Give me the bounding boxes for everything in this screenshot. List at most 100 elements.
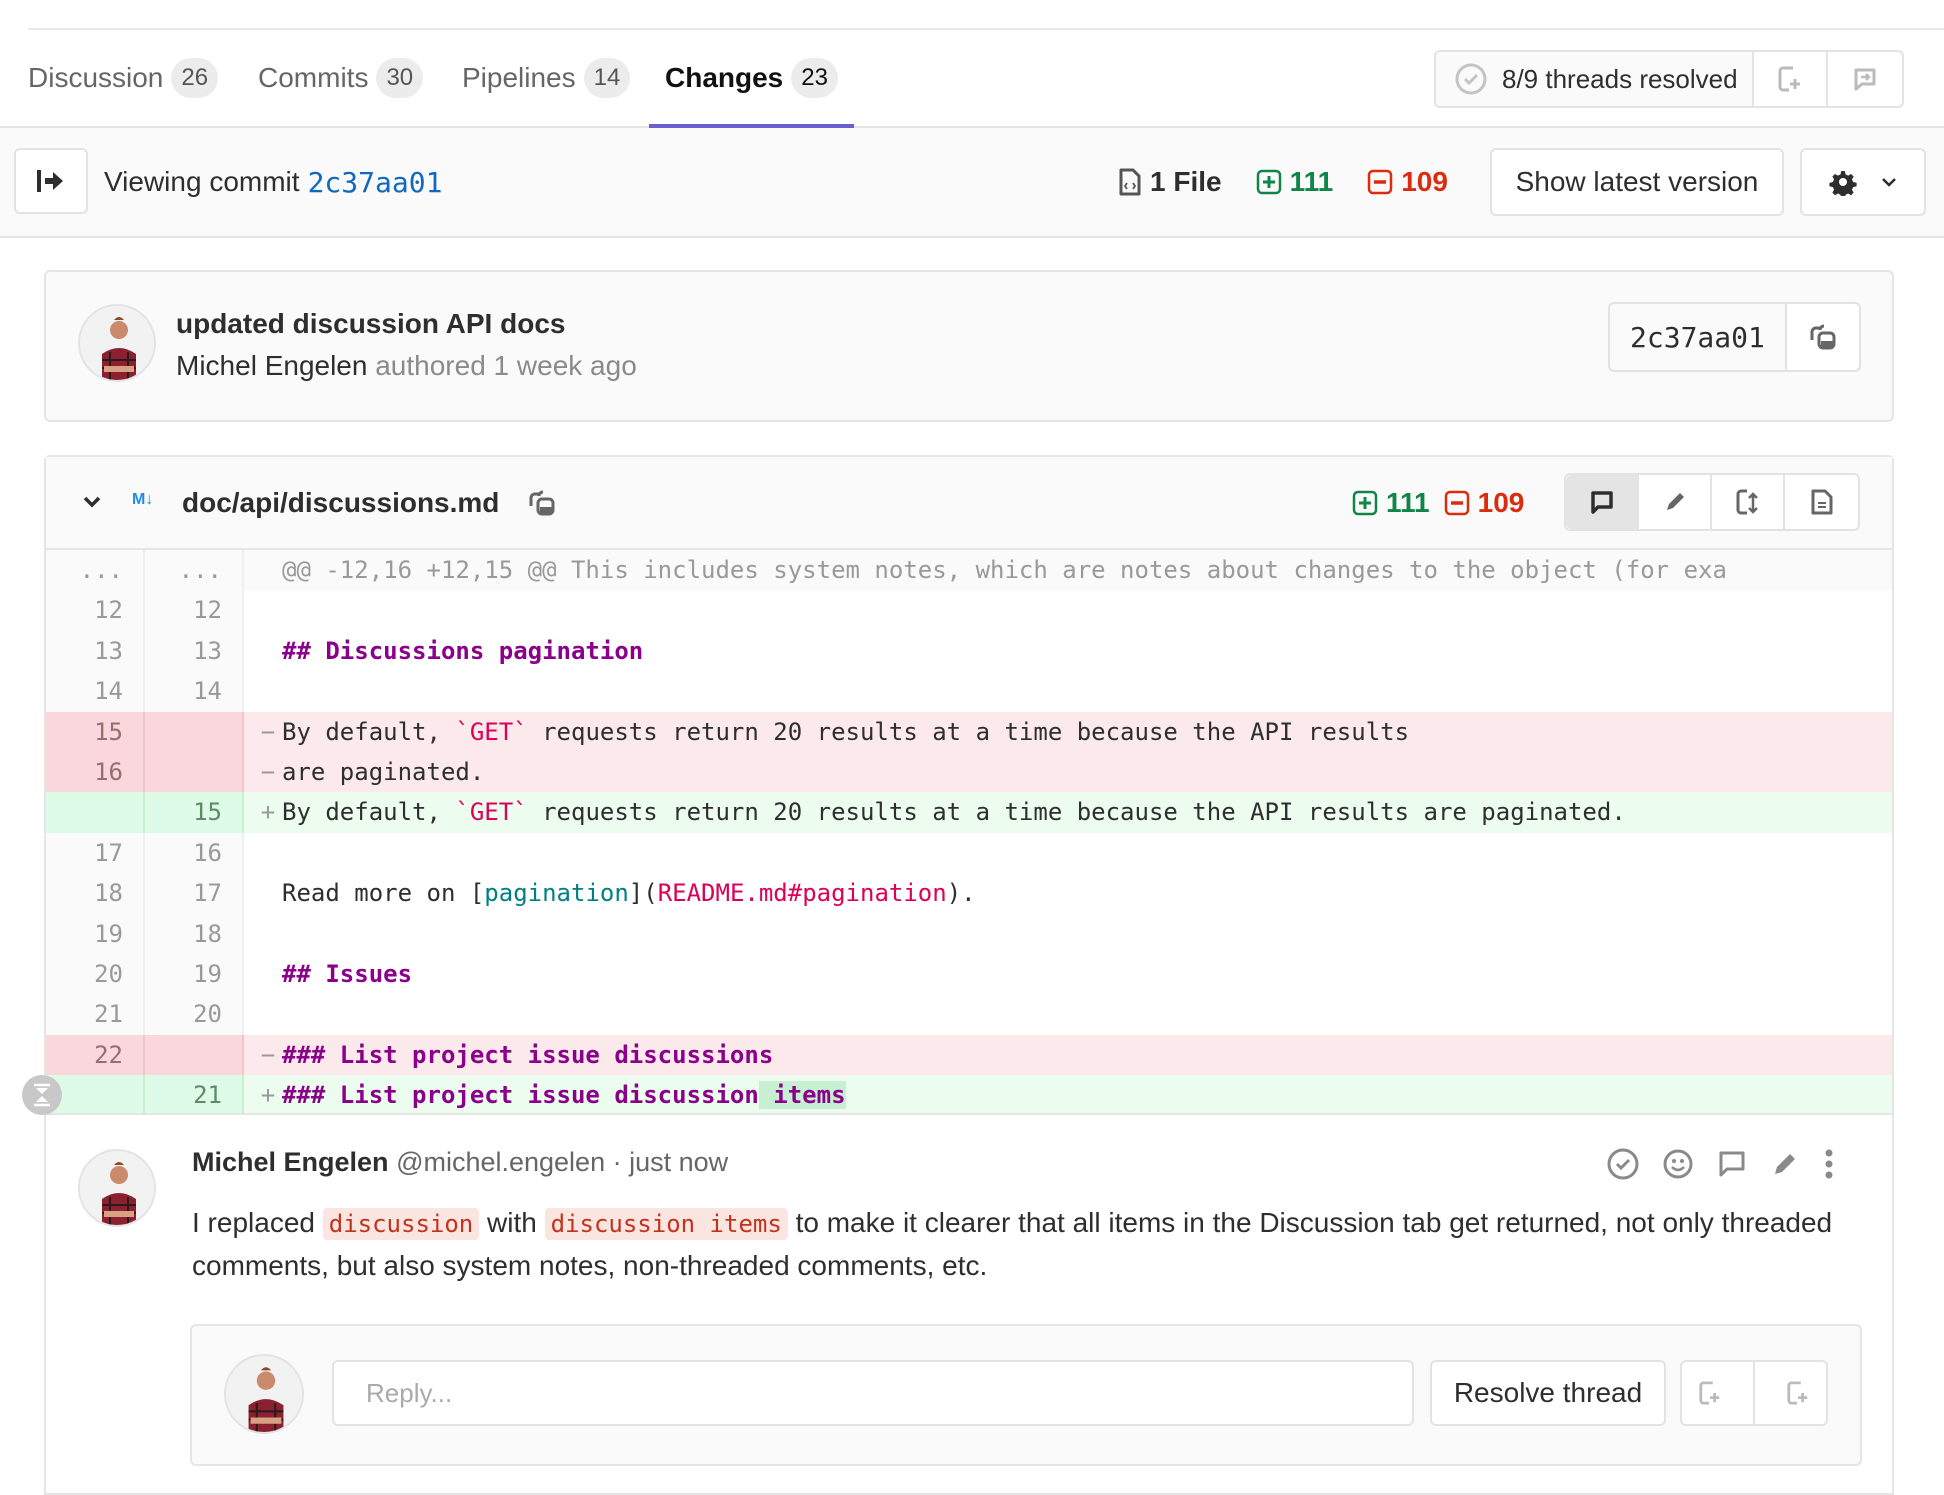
line-content — [244, 833, 1892, 873]
new-line-number[interactable] — [145, 751, 244, 793]
toggle-comments-button[interactable] — [1566, 475, 1639, 529]
line-text: ### List project issue discussions — [282, 1040, 774, 1069]
note-author-avatar[interactable] — [78, 1149, 156, 1227]
reply-input[interactable]: Reply... — [332, 1360, 1414, 1426]
expand-right-icon — [37, 170, 63, 192]
old-line-number[interactable]: 22 — [46, 1034, 145, 1076]
minus-square-icon — [1367, 169, 1393, 195]
view-file-button[interactable] — [1785, 475, 1858, 529]
old-line-number[interactable]: 17 — [46, 832, 145, 874]
new-line-number[interactable] — [145, 711, 244, 752]
commit-sha-link[interactable]: 2c37aa01 — [308, 166, 443, 199]
new-line-number[interactable]: 15 — [145, 792, 244, 833]
old-line-number[interactable]: 20 — [46, 953, 145, 995]
md-link-text: pagination — [484, 879, 629, 908]
commit-info-box: updated discussion API docs Michel Engel… — [44, 270, 1894, 422]
copy-sha-button[interactable] — [1786, 304, 1859, 370]
note-actions — [1606, 1147, 1836, 1181]
diff-line: 17 16 — [46, 832, 1892, 874]
note-time[interactable]: · just now — [613, 1147, 729, 1177]
new-line-number[interactable]: 17 — [145, 873, 244, 914]
diff-line: 12 12 — [46, 590, 1892, 631]
old-line-number[interactable]: 19 — [46, 913, 145, 954]
issue-new-icon[interactable] — [1786, 1380, 1810, 1406]
new-line-number[interactable]: 20 — [145, 994, 244, 1035]
new-line-number[interactable]: 13 — [145, 630, 244, 672]
note-body: I replaced discussion with discussion it… — [192, 1202, 1852, 1287]
more-actions-icon[interactable] — [1822, 1148, 1836, 1180]
jump-to-next-thread-button[interactable] — [1827, 52, 1902, 106]
chevron-down-icon — [1882, 178, 1896, 187]
copy-icon[interactable] — [527, 488, 557, 518]
chevron-down-icon[interactable] — [82, 495, 102, 509]
old-line-number[interactable] — [46, 792, 145, 833]
commit-author-avatar[interactable] — [78, 304, 156, 382]
tab-label: Commits — [258, 62, 369, 93]
old-line-number[interactable]: 18 — [46, 873, 145, 914]
line-content: ## Discussions pagination — [244, 631, 1892, 671]
line-content: + By default, `GET` requests return 20 re… — [244, 792, 1892, 833]
issue-new-icon[interactable] — [1698, 1380, 1722, 1406]
changed-word-highlight: items — [758, 1081, 846, 1110]
tab-commits[interactable]: Commits 30 — [258, 30, 424, 126]
line-text: By default, — [282, 717, 456, 746]
show-latest-version-button[interactable]: Show latest version — [1490, 148, 1784, 216]
tab-discussion[interactable]: Discussion 26 — [28, 30, 219, 126]
note-text: I replaced — [192, 1207, 323, 1238]
check-circle-icon — [1455, 63, 1487, 95]
files-count: 1 File — [1118, 166, 1222, 198]
old-line-number[interactable]: 15 — [46, 711, 145, 752]
old-line-number[interactable]: ... — [46, 550, 145, 591]
viewing-commit: Viewing commit 2c37aa01 — [104, 128, 442, 236]
resolve-check-icon[interactable] — [1606, 1147, 1640, 1181]
line-text: requests return 20 results at a time bec… — [527, 717, 1410, 746]
diff-hunk-header: ... ... @@ -12,16 +12,15 @@ This include… — [46, 550, 1892, 591]
tab-count-badge: 14 — [583, 58, 631, 98]
file-path: doc/api/discussions.md — [182, 457, 557, 548]
new-line-number[interactable] — [145, 1034, 244, 1076]
tab-changes[interactable]: Changes 23 — [649, 30, 854, 128]
view-replaced-file-button[interactable] — [1712, 475, 1785, 529]
deletions-count: 109 — [1367, 166, 1448, 198]
create-issue-button[interactable] — [1753, 52, 1828, 106]
edit-file-button[interactable] — [1639, 475, 1712, 529]
divider — [1752, 1361, 1755, 1425]
line-content: − are paginated. — [244, 751, 1892, 793]
diff-settings-dropdown[interactable] — [1800, 148, 1926, 216]
old-line-number[interactable]: 13 — [46, 630, 145, 672]
comment-icon — [1590, 491, 1613, 514]
commit-author-name[interactable]: Michel Engelen — [176, 350, 367, 381]
line-text: By default, — [282, 798, 456, 827]
note-author-handle[interactable]: @michel.engelen — [396, 1147, 605, 1177]
resolve-thread-button[interactable]: Resolve thread — [1430, 1360, 1666, 1426]
pencil-icon[interactable] — [1770, 1149, 1800, 1179]
note-author-name[interactable]: Michel Engelen — [192, 1147, 389, 1177]
old-line-number[interactable]: 12 — [46, 590, 145, 631]
new-line-number[interactable]: 12 — [145, 590, 244, 631]
reply-icon[interactable] — [1716, 1148, 1748, 1180]
tab-pipelines[interactable]: Pipelines 14 — [462, 30, 631, 126]
file-path-label[interactable]: doc/api/discussions.md — [182, 487, 499, 519]
new-line-number[interactable]: 21 — [145, 1075, 244, 1114]
line-text: Read more on [ — [282, 879, 485, 908]
new-line-number[interactable]: 16 — [145, 832, 244, 874]
collapse-thread-button[interactable] — [22, 1075, 62, 1115]
new-line-number[interactable]: ... — [145, 550, 244, 591]
document-icon — [1811, 489, 1832, 515]
avatar-image — [80, 306, 154, 380]
commit-author-line: Michel Engelen authored 1 week ago — [176, 350, 637, 382]
emoji-icon[interactable] — [1662, 1148, 1694, 1180]
old-line-number[interactable]: 16 — [46, 751, 145, 793]
new-line-number[interactable]: 18 — [145, 913, 244, 954]
commit-title[interactable]: updated discussion API docs — [176, 308, 565, 340]
threads-resolved-status: 8/9 threads resolved — [1436, 52, 1754, 106]
new-line-number[interactable]: 19 — [145, 953, 244, 995]
toggle-file-tree-button[interactable] — [14, 148, 88, 214]
line-text: ## Issues — [282, 959, 413, 988]
old-line-number[interactable]: 21 — [46, 994, 145, 1035]
old-line-number[interactable]: 14 — [46, 671, 145, 712]
new-line-number[interactable]: 14 — [145, 671, 244, 712]
markdown-file-icon: M↓ — [132, 491, 154, 508]
file-deletions: 109 — [1477, 486, 1525, 518]
line-text: are paginated. — [282, 757, 485, 786]
